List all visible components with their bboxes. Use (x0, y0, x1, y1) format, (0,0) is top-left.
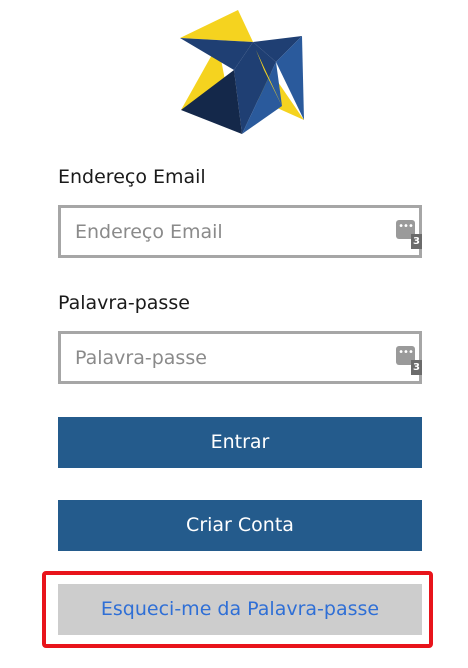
password-placeholder: Palavra-passe (75, 347, 207, 369)
password-label: Palavra-passe (58, 292, 190, 314)
password-manager-icon[interactable]: ••• 3 (396, 346, 422, 376)
email-placeholder: Endereço Email (75, 221, 223, 243)
forgot-password-button[interactable]: Esqueci-me da Palavra-passe (58, 584, 422, 635)
password-field[interactable]: Palavra-passe ••• 3 (58, 331, 422, 384)
email-label: Endereço Email (58, 166, 206, 188)
create-account-button[interactable]: Criar Conta (58, 500, 422, 551)
email-field[interactable]: Endereço Email ••• 3 (58, 205, 422, 258)
star-logo-icon (180, 10, 304, 134)
password-manager-icon[interactable]: ••• 3 (396, 220, 422, 250)
password-manager-count: 3 (411, 234, 422, 249)
password-manager-count: 3 (411, 360, 422, 375)
login-button[interactable]: Entrar (58, 417, 422, 468)
